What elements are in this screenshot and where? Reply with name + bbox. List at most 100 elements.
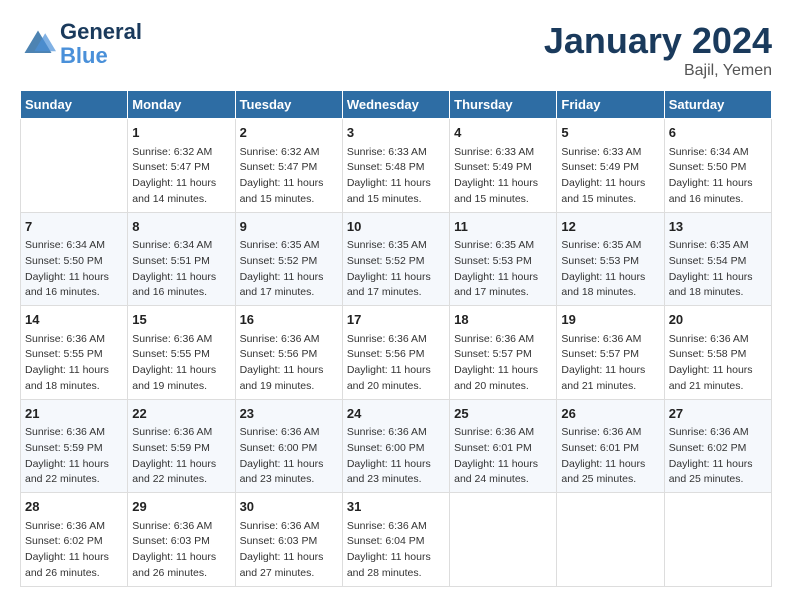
day-info: Sunrise: 6:36 AMSunset: 6:03 PMDaylight:…: [240, 519, 338, 582]
day-number: 16: [240, 310, 338, 330]
logo-text: General Blue: [60, 20, 142, 68]
calendar-cell: 2Sunrise: 6:32 AMSunset: 5:47 PMDaylight…: [235, 119, 342, 213]
day-number: 3: [347, 123, 445, 143]
day-number: 31: [347, 497, 445, 517]
calendar-cell: 18Sunrise: 6:36 AMSunset: 5:57 PMDayligh…: [450, 306, 557, 400]
calendar-cell: 19Sunrise: 6:36 AMSunset: 5:57 PMDayligh…: [557, 306, 664, 400]
day-info: Sunrise: 6:36 AMSunset: 6:00 PMDaylight:…: [240, 425, 338, 488]
header-cell-friday: Friday: [557, 91, 664, 119]
day-info: Sunrise: 6:34 AMSunset: 5:50 PMDaylight:…: [669, 145, 767, 208]
day-number: 28: [25, 497, 123, 517]
day-number: 8: [132, 217, 230, 237]
day-number: 24: [347, 404, 445, 424]
day-number: 12: [561, 217, 659, 237]
calendar-cell: 4Sunrise: 6:33 AMSunset: 5:49 PMDaylight…: [450, 119, 557, 213]
logo: General Blue: [20, 20, 142, 68]
calendar-table: SundayMondayTuesdayWednesdayThursdayFrid…: [20, 90, 772, 587]
calendar-week-1: 1Sunrise: 6:32 AMSunset: 5:47 PMDaylight…: [21, 119, 772, 213]
day-number: 13: [669, 217, 767, 237]
day-number: 15: [132, 310, 230, 330]
day-info: Sunrise: 6:35 AMSunset: 5:53 PMDaylight:…: [561, 238, 659, 301]
calendar-cell: [21, 119, 128, 213]
calendar-cell: 24Sunrise: 6:36 AMSunset: 6:00 PMDayligh…: [342, 399, 449, 493]
day-info: Sunrise: 6:35 AMSunset: 5:54 PMDaylight:…: [669, 238, 767, 301]
calendar-cell: 1Sunrise: 6:32 AMSunset: 5:47 PMDaylight…: [128, 119, 235, 213]
calendar-week-3: 14 Sunrise: 6:36 AMSunset: 5:55 PMDayligh…: [21, 306, 772, 400]
day-info: Sunrise: 6:36 AMSunset: 5:59 PMDaylight:…: [132, 425, 230, 488]
calendar-cell: 23Sunrise: 6:36 AMSunset: 6:00 PMDayligh…: [235, 399, 342, 493]
day-number: 27: [669, 404, 767, 424]
day-number: 25: [454, 404, 552, 424]
day-number: 26: [561, 404, 659, 424]
calendar-cell: 8Sunrise: 6:34 AMSunset: 5:51 PMDaylight…: [128, 212, 235, 306]
calendar-cell: 10Sunrise: 6:35 AMSunset: 5:52 PMDayligh…: [342, 212, 449, 306]
day-info: Sunrise: 6:36 AMSunset: 5:56 PMDaylight:…: [347, 332, 445, 395]
day-number: 19: [561, 310, 659, 330]
day-number: 11: [454, 217, 552, 237]
day-info: Sunrise: 6:34 AMSunset: 5:51 PMDaylight:…: [132, 238, 230, 301]
logo-icon: [20, 26, 56, 62]
calendar-cell: 14Sunrise: 6:36 AMSunset: 5:55 PMDayligh…: [21, 306, 128, 400]
header-cell-saturday: Saturday: [664, 91, 771, 119]
calendar-cell: 9Sunrise: 6:35 AMSunset: 5:52 PMDaylight…: [235, 212, 342, 306]
day-info: Sunrise: 6:36 AMSunset: 6:04 PMDaylight:…: [347, 519, 445, 582]
day-info: Sunrise: 6:32 AMSunset: 5:47 PMDaylight:…: [240, 145, 338, 208]
header-cell-tuesday: Tuesday: [235, 91, 342, 119]
day-info: Sunrise: 6:35 AMSunset: 5:52 PMDaylight:…: [347, 238, 445, 301]
calendar-cell: 29Sunrise: 6:36 AMSunset: 6:03 PMDayligh…: [128, 493, 235, 587]
calendar-cell: 7Sunrise: 6:34 AMSunset: 5:50 PMDaylight…: [21, 212, 128, 306]
calendar-cell: 31Sunrise: 6:36 AMSunset: 6:04 PMDayligh…: [342, 493, 449, 587]
title-section: January 2024 Bajil, Yemen: [544, 20, 772, 80]
calendar-cell: 11Sunrise: 6:35 AMSunset: 5:53 PMDayligh…: [450, 212, 557, 306]
calendar-cell: 3Sunrise: 6:33 AMSunset: 5:48 PMDaylight…: [342, 119, 449, 213]
calendar-cell: 27Sunrise: 6:36 AMSunset: 6:02 PMDayligh…: [664, 399, 771, 493]
header-cell-thursday: Thursday: [450, 91, 557, 119]
calendar-cell: 16Sunrise: 6:36 AMSunset: 5:56 PMDayligh…: [235, 306, 342, 400]
day-info: Sunrise: 6:36 AMSunset: 6:01 PMDaylight:…: [561, 425, 659, 488]
calendar-cell: [557, 493, 664, 587]
logo-line1: General: [60, 20, 142, 44]
day-info: Sunrise: 6:36 AMSunset: 5:58 PMDaylight:…: [669, 332, 767, 395]
day-info: Sunrise: 6:33 AMSunset: 5:49 PMDaylight:…: [454, 145, 552, 208]
calendar-cell: 22Sunrise: 6:36 AMSunset: 5:59 PMDayligh…: [128, 399, 235, 493]
calendar-week-2: 7Sunrise: 6:34 AMSunset: 5:50 PMDaylight…: [21, 212, 772, 306]
day-number: 2: [240, 123, 338, 143]
location: Bajil, Yemen: [544, 62, 772, 80]
calendar-body: 1Sunrise: 6:32 AMSunset: 5:47 PMDaylight…: [21, 119, 772, 587]
header-cell-sunday: Sunday: [21, 91, 128, 119]
day-info: Sunrise: 6:36 AMSunset: 5:57 PMDaylight:…: [454, 332, 552, 395]
day-number: 17: [347, 310, 445, 330]
calendar-cell: 21Sunrise: 6:36 AMSunset: 5:59 PMDayligh…: [21, 399, 128, 493]
day-info: Sunrise: 6:33 AMSunset: 5:48 PMDaylight:…: [347, 145, 445, 208]
day-number: 29: [132, 497, 230, 517]
day-number: 14: [25, 310, 123, 330]
day-info: Sunrise: 6:33 AMSunset: 5:49 PMDaylight:…: [561, 145, 659, 208]
header-row: SundayMondayTuesdayWednesdayThursdayFrid…: [21, 91, 772, 119]
day-info: Sunrise: 6:32 AMSunset: 5:47 PMDaylight:…: [132, 145, 230, 208]
day-info: Sunrise: 6:36 AMSunset: 6:02 PMDaylight:…: [669, 425, 767, 488]
calendar-cell: 17Sunrise: 6:36 AMSunset: 5:56 PMDayligh…: [342, 306, 449, 400]
calendar-cell: 30Sunrise: 6:36 AMSunset: 6:03 PMDayligh…: [235, 493, 342, 587]
day-number: 4: [454, 123, 552, 143]
day-info: Sunrise: 6:36 AMSunset: 5:59 PMDaylight:…: [25, 425, 123, 488]
logo-line2: Blue: [60, 44, 142, 68]
day-info: Sunrise: 6:36 AMSunset: 6:02 PMDaylight:…: [25, 519, 123, 582]
calendar-cell: 25Sunrise: 6:36 AMSunset: 6:01 PMDayligh…: [450, 399, 557, 493]
day-info: Sunrise: 6:34 AMSunset: 5:50 PMDaylight:…: [25, 238, 123, 301]
day-info: Sunrise: 6:36 AMSunset: 6:01 PMDaylight:…: [454, 425, 552, 488]
day-number: 21: [25, 404, 123, 424]
header-cell-monday: Monday: [128, 91, 235, 119]
calendar-cell: 13Sunrise: 6:35 AMSunset: 5:54 PMDayligh…: [664, 212, 771, 306]
calendar-week-4: 21Sunrise: 6:36 AMSunset: 5:59 PMDayligh…: [21, 399, 772, 493]
day-number: 30: [240, 497, 338, 517]
day-number: 9: [240, 217, 338, 237]
header-cell-wednesday: Wednesday: [342, 91, 449, 119]
calendar-cell: 28Sunrise: 6:36 AMSunset: 6:02 PMDayligh…: [21, 493, 128, 587]
calendar-header: SundayMondayTuesdayWednesdayThursdayFrid…: [21, 91, 772, 119]
day-info: Sunrise: 6:36 AMSunset: 5:55 PMDaylight:…: [132, 332, 230, 395]
day-number: 5: [561, 123, 659, 143]
calendar-cell: 26Sunrise: 6:36 AMSunset: 6:01 PMDayligh…: [557, 399, 664, 493]
day-info: Sunrise: 6:36 AMSunset: 5:56 PMDaylight:…: [240, 332, 338, 395]
day-info: Sunrise: 6:35 AMSunset: 5:52 PMDaylight:…: [240, 238, 338, 301]
calendar-cell: [450, 493, 557, 587]
